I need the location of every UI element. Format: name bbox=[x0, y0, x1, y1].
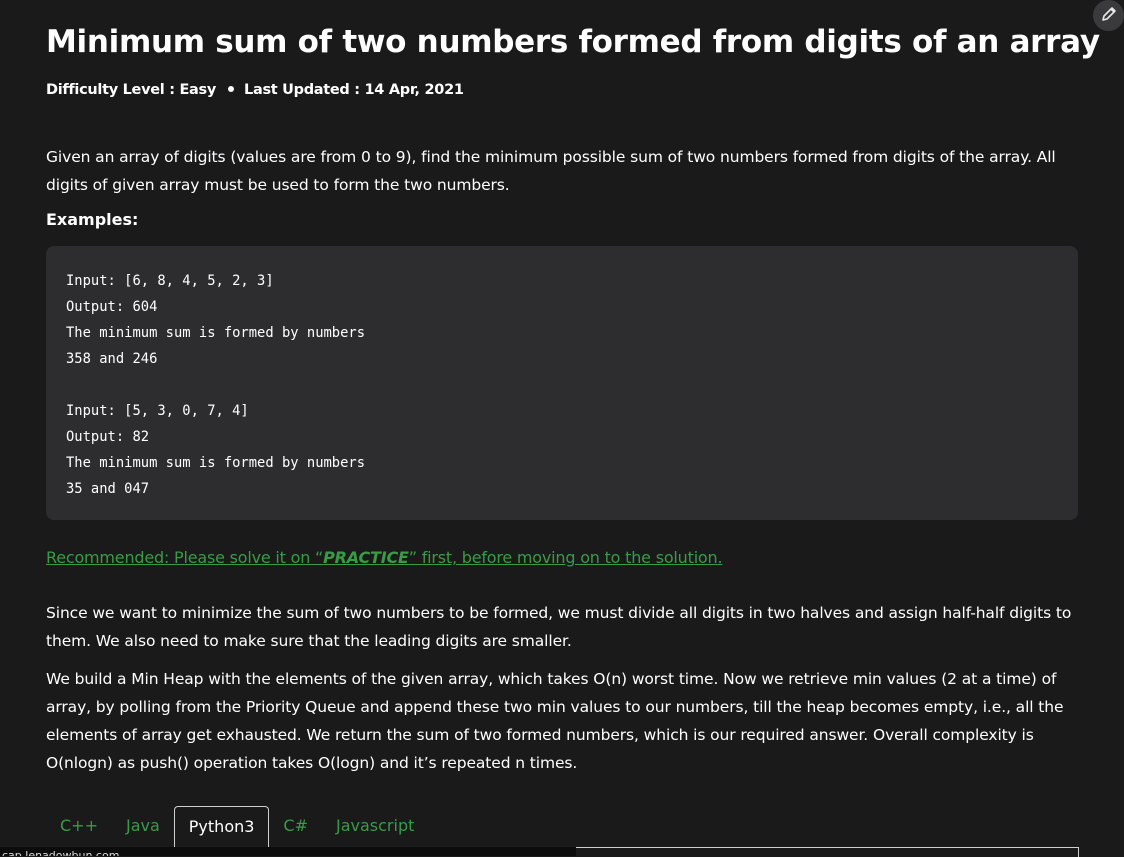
tab-javascript[interactable]: Javascript bbox=[322, 806, 428, 846]
tab-python3[interactable]: Python3 bbox=[173, 806, 270, 847]
recommended-prefix: Recommended: Please solve it on “ bbox=[46, 548, 324, 567]
last-updated: Last Updated : 14 Apr, 2021 bbox=[244, 82, 464, 98]
code-text: Input: [6, 8, 4, 5, 2, 3] Output: 604 Th… bbox=[66, 273, 366, 497]
tab-java[interactable]: Java bbox=[112, 806, 174, 846]
approach-paragraph: Since we want to minimize the sum of two… bbox=[46, 604, 1072, 650]
pencil-icon bbox=[1100, 5, 1118, 27]
difficulty-level: Difficulty Level : Easy bbox=[46, 82, 217, 98]
language-tabs: C++ Java Python3 C# Javascript bbox=[46, 806, 428, 848]
examples-code-block: Input: [6, 8, 4, 5, 2, 3] Output: 604 Th… bbox=[46, 246, 1078, 520]
examples-heading: Examples: bbox=[46, 210, 139, 229]
status-bar-url: cap.lenadowbun.com bbox=[0, 847, 576, 856]
page-title: Minimum sum of two numbers formed from d… bbox=[46, 24, 1100, 60]
complexity-paragraph: We build a Min Heap with the elements of… bbox=[46, 670, 1064, 772]
recommended-suffix: ” first, before moving on to the solutio… bbox=[408, 548, 723, 567]
practice-link[interactable]: PRACTICE bbox=[323, 548, 409, 567]
tab-csharp[interactable]: C# bbox=[269, 806, 322, 846]
article-meta: Difficulty Level : Easy Last Updated : 14… bbox=[46, 82, 464, 98]
separator-dot bbox=[228, 86, 235, 92]
intro-paragraph: Given an array of digits (values are fro… bbox=[46, 148, 1056, 194]
recommended-practice-link[interactable]: Recommended: Please solve it on “PRACTIC… bbox=[46, 548, 723, 567]
tab-cpp[interactable]: C++ bbox=[46, 806, 112, 846]
